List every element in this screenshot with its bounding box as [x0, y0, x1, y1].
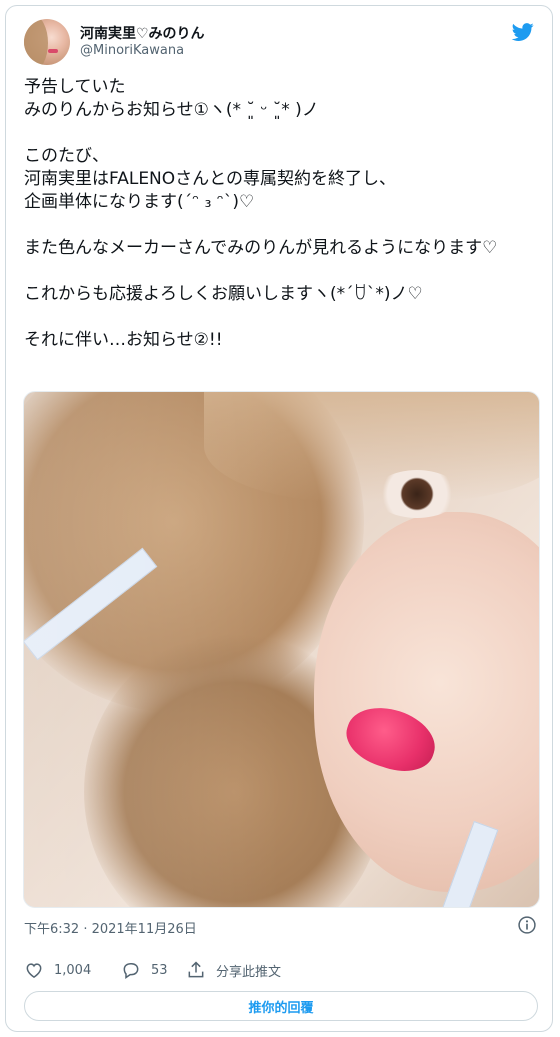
- heart-icon: [26, 963, 42, 978]
- like-count: 1,004: [54, 962, 92, 978]
- user-handle[interactable]: @MinoriKawana: [80, 43, 184, 58]
- info-icon[interactable]: [517, 915, 537, 935]
- twitter-bird-icon[interactable]: [510, 21, 536, 43]
- tweet-actions: 1,004 53 分享此推文: [24, 958, 544, 982]
- tweet-timestamp[interactable]: 下午6:32 · 2021年11月26日: [24, 918, 197, 937]
- reply-button[interactable]: 推你的回覆: [24, 991, 538, 1021]
- avatar[interactable]: [24, 19, 70, 65]
- reply-count: 53: [151, 962, 168, 978]
- display-name[interactable]: 河南実里♡みのりん: [80, 23, 205, 43]
- share-button[interactable]: 分享此推文: [186, 958, 281, 982]
- tweet-photo[interactable]: [23, 391, 540, 908]
- tweet-card: 河南実里♡みのりん @MinoriKawana 予告していた みのりんからお知ら…: [5, 5, 553, 1032]
- tweet-header: 河南実里♡みのりん @MinoriKawana: [24, 19, 536, 71]
- like-button[interactable]: 1,004: [24, 958, 91, 982]
- tweet-text: 予告していた みのりんからお知らせ①ヽ(* ˘͈ ᵕ ˘͈* )ノ このたび、 …: [24, 77, 498, 350]
- speech-bubble-icon: [123, 963, 139, 979]
- reply-count-button[interactable]: 53: [121, 958, 168, 982]
- share-label: 分享此推文: [216, 964, 282, 980]
- share-upload-icon: [188, 961, 204, 978]
